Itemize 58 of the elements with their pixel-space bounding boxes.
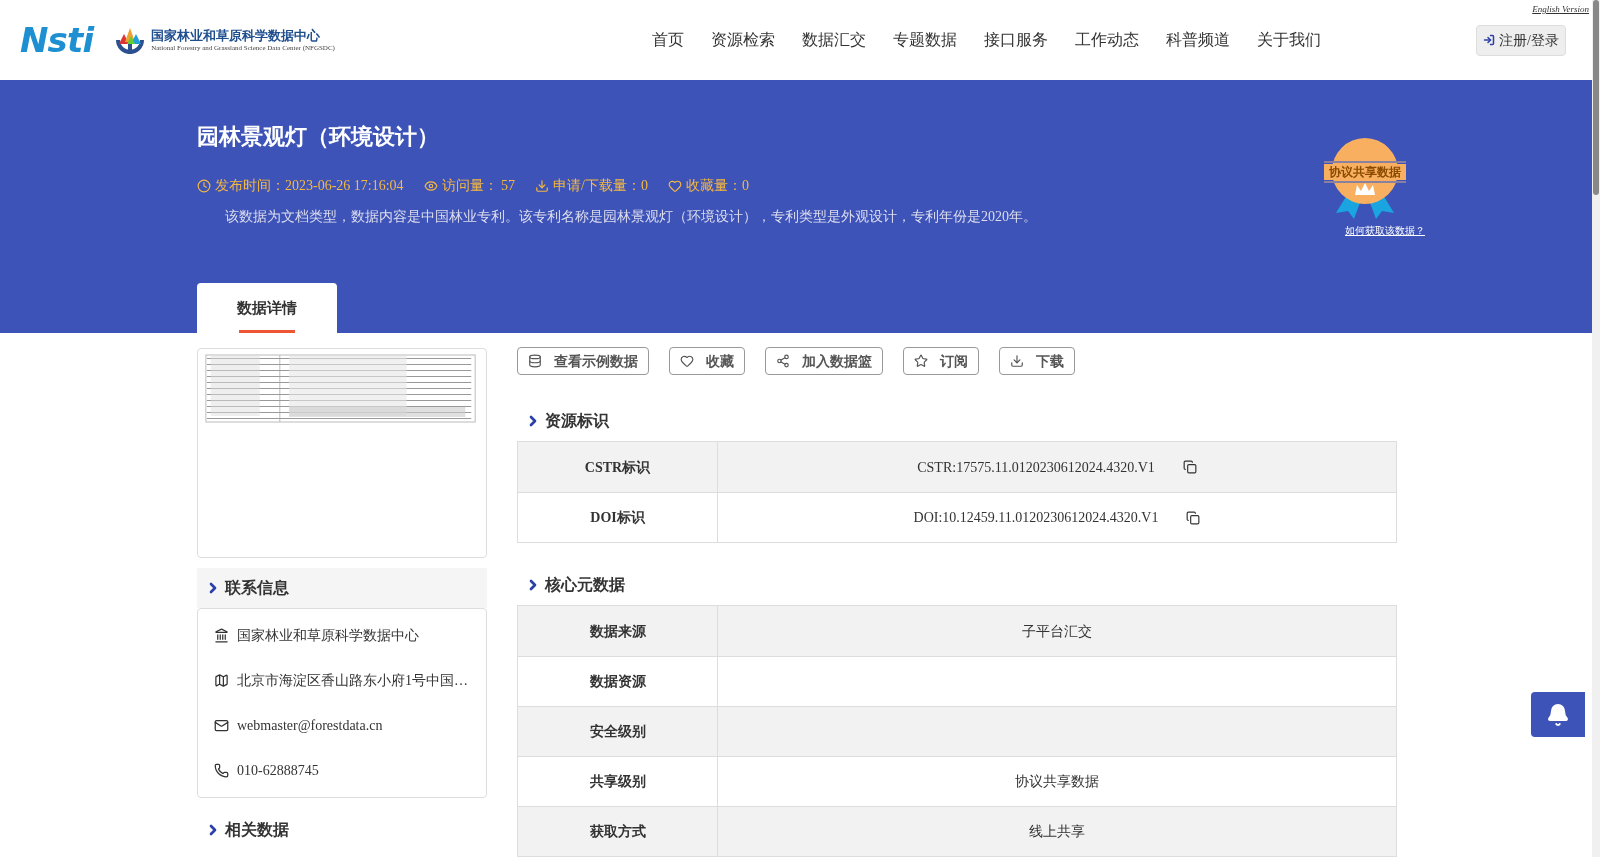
heart-icon bbox=[668, 178, 682, 193]
action-button[interactable]: 查看示例数据 bbox=[517, 347, 649, 375]
clock-icon bbox=[197, 178, 211, 193]
contact-text: webmaster@forestdata.cn bbox=[237, 717, 383, 735]
nav-link[interactable]: 工作动态 bbox=[1074, 28, 1139, 52]
map-icon bbox=[214, 673, 229, 688]
table-cell-text: 子平台汇交 bbox=[1022, 622, 1092, 641]
nav-link[interactable]: 接口服务 bbox=[983, 28, 1048, 52]
bank-icon bbox=[214, 628, 229, 643]
dataset-title: 园林景观灯（环境设计） bbox=[197, 123, 440, 151]
star-icon bbox=[914, 354, 928, 368]
nav-link[interactable]: 关于我们 bbox=[1256, 28, 1321, 52]
eye-icon bbox=[423, 178, 438, 193]
nav-link[interactable]: 专题数据 bbox=[892, 28, 957, 52]
nav-link[interactable]: 科普频道 bbox=[1165, 28, 1230, 52]
table-cell-text: 线上共享 bbox=[1029, 823, 1085, 841]
meta-text: 发布时间：2023-06-26 17:16:04 bbox=[215, 177, 404, 195]
table-cell-text: CSTR:17575.11.0120230612024.4320.V1 bbox=[917, 458, 1155, 477]
table-cell-text: DOI:10.12459.11.0120230612024.4320.V1 bbox=[913, 509, 1159, 527]
table-cell: 获取方式 bbox=[518, 807, 718, 856]
tab[interactable]: 数据详情 bbox=[197, 283, 337, 333]
meta-text: 访问量： 57 bbox=[441, 177, 516, 195]
chat-button[interactable] bbox=[1531, 692, 1585, 737]
section-title: 资源标识 bbox=[545, 411, 609, 431]
copy-icon[interactable] bbox=[1182, 460, 1197, 474]
download-icon bbox=[535, 178, 550, 193]
meta-text: 申请/下载量：0 bbox=[553, 177, 648, 195]
download-icon bbox=[1010, 354, 1024, 368]
table-cell: DOI标识 bbox=[518, 493, 718, 542]
nav-link[interactable]: 首页 bbox=[651, 28, 684, 52]
logo[interactable]: Nsti bbox=[20, 14, 94, 66]
database-icon bbox=[528, 354, 542, 368]
bell-icon bbox=[1546, 702, 1570, 727]
english-version-link[interactable]: English Version bbox=[1532, 3, 1589, 17]
share-icon bbox=[776, 354, 790, 368]
how-to-get-link[interactable]: 如何获取该数据？ bbox=[1345, 223, 1425, 238]
action-button[interactable]: 加入数据篮 bbox=[765, 347, 883, 375]
meta-text: 收藏量：0 bbox=[686, 177, 749, 195]
login-icon bbox=[1483, 34, 1496, 46]
section-title: 核心元数据 bbox=[545, 575, 625, 595]
copy-icon[interactable] bbox=[1186, 510, 1201, 525]
nav-link[interactable]: 资源检索 bbox=[710, 28, 775, 52]
action-button[interactable]: 订阅 bbox=[903, 347, 979, 375]
contact-text: 010-62888745 bbox=[237, 762, 319, 780]
org-name: 国家林业和草原科学数据中心 bbox=[151, 27, 322, 44]
mail-icon bbox=[214, 718, 229, 733]
heart-icon bbox=[680, 354, 694, 368]
login-button[interactable]: 注册/登录 bbox=[1476, 24, 1566, 56]
contact-text: 北京市海淀区香山路东小府1号中国… bbox=[237, 672, 468, 690]
contact-text: 国家林业和草原科学数据中心 bbox=[237, 627, 419, 645]
phone-icon bbox=[214, 763, 229, 778]
section-title: 联系信息 bbox=[225, 578, 289, 598]
action-button[interactable]: 下载 bbox=[999, 347, 1075, 375]
table-cell-text: 协议共享数据 bbox=[1015, 773, 1099, 791]
nav-link[interactable]: 数据汇交 bbox=[801, 28, 866, 52]
section-title: 相关数据 bbox=[225, 820, 289, 840]
action-button[interactable]: 收藏 bbox=[669, 347, 745, 375]
dataset-description: 该数据为文档类型，数据内容是中国林业专利。该专利名称是园林景观灯（环境设计），专利类型是外观设计，专利年份是2020年。 bbox=[225, 208, 1038, 226]
